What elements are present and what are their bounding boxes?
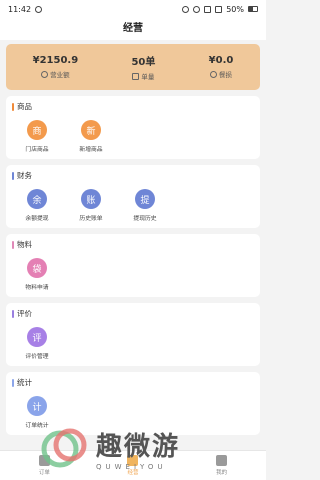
materials-title: 物料 xyxy=(17,240,32,249)
goods-items: 商 门店商品 新 新增商品 xyxy=(12,112,254,153)
stats-accent-bar xyxy=(12,378,14,387)
watermark-title: 趣微游 xyxy=(96,431,181,462)
finance-accent-bar xyxy=(12,171,14,180)
materials-card: 物料 袋 物料申请 xyxy=(6,234,260,297)
goods-accent-bar xyxy=(12,102,14,111)
signal-icon xyxy=(215,5,223,13)
loss-value: ¥0.0 xyxy=(208,55,234,66)
materials-title-row: 物料 xyxy=(12,239,254,250)
status-right: 50% xyxy=(182,5,258,14)
orders-value: 50单 xyxy=(131,57,156,68)
status-time: 11:42 xyxy=(8,4,32,14)
reviews-title: 评价 xyxy=(17,309,32,318)
watermark: 趣微游 QUWEIYOU xyxy=(40,420,250,476)
bill-history-item[interactable]: 账 历史账单 xyxy=(74,189,108,222)
status-bar: 11:42 50% xyxy=(0,0,266,18)
review-manage-label: 评价管理 xyxy=(25,354,49,360)
orders-label-row: 单量 xyxy=(132,71,154,81)
wifi-icon xyxy=(204,5,212,13)
reviews-items: 评 评价管理 xyxy=(12,319,254,360)
withdraw-label: 余额提现 xyxy=(25,216,49,222)
finance-title: 财务 xyxy=(17,171,32,180)
revenue-icon xyxy=(41,70,49,78)
bill-history-icon: 账 xyxy=(81,189,101,209)
reviews-title-row: 评价 xyxy=(12,308,254,319)
new-goods-label: 新增商品 xyxy=(79,147,103,153)
withdraw-icon: 余 xyxy=(27,189,47,209)
app-notification-icon xyxy=(35,5,43,13)
reviews-card: 评价 评 评价管理 xyxy=(6,303,260,366)
eye-icon xyxy=(193,5,201,13)
withdraw-history-icon: 提 xyxy=(135,189,155,209)
summary-orders[interactable]: 50单 单量 xyxy=(131,53,155,81)
battery-text: 50% xyxy=(226,4,244,14)
battery-icon xyxy=(248,6,258,12)
withdraw-item[interactable]: 余 余额提现 xyxy=(20,189,54,222)
summary-revenue[interactable]: ¥2150.9 营业额 xyxy=(33,55,79,79)
loss-icon xyxy=(210,70,218,78)
status-left: 11:42 xyxy=(8,4,43,14)
page-title: 经营 xyxy=(0,18,266,40)
alarm-icon xyxy=(182,5,190,13)
revenue-value: ¥2150.9 xyxy=(32,55,79,66)
finance-title-row: 财务 xyxy=(12,170,254,181)
withdraw-history-label: 提现历史 xyxy=(133,216,157,222)
stats-title-row: 统计 xyxy=(12,377,254,388)
stats-title: 统计 xyxy=(17,378,32,387)
material-apply-item[interactable]: 袋 物料申请 xyxy=(20,258,54,291)
review-manage-item[interactable]: 评 评价管理 xyxy=(20,327,54,360)
finance-card: 财务 余 余额提现 账 历史账单 提 提现历史 xyxy=(6,165,260,228)
watermark-logo-icon xyxy=(41,428,87,468)
store-goods-label: 门店商品 xyxy=(25,147,49,153)
store-goods-item[interactable]: 商 门店商品 xyxy=(20,120,54,153)
materials-items: 袋 物料申请 xyxy=(12,250,254,291)
material-apply-label: 物料申请 xyxy=(25,285,49,291)
summary-loss[interactable]: ¥0.0 餐损 xyxy=(209,55,234,79)
order-stats-icon: 计 xyxy=(27,396,47,416)
goods-card: 商品 商 门店商品 新 新增商品 xyxy=(6,96,260,159)
bill-history-label: 历史账单 xyxy=(79,216,103,222)
watermark-text: 趣微游 QUWEIYOU xyxy=(96,426,180,471)
orders-icon xyxy=(132,72,140,80)
store-goods-icon: 商 xyxy=(27,120,47,140)
new-goods-icon: 新 xyxy=(81,120,101,140)
new-goods-item[interactable]: 新 新增商品 xyxy=(74,120,108,153)
loss-label: 餐损 xyxy=(219,71,233,79)
withdraw-history-item[interactable]: 提 提现历史 xyxy=(128,189,162,222)
summary-panel: ¥2150.9 营业额 50单 单量 ¥0.0 餐损 xyxy=(6,44,260,90)
loss-label-row: 餐损 xyxy=(210,69,232,79)
goods-title-row: 商品 xyxy=(12,101,254,112)
material-apply-icon: 袋 xyxy=(27,258,47,278)
review-manage-icon: 评 xyxy=(27,327,47,347)
watermark-subtitle: QUWEIYOU xyxy=(96,462,167,471)
materials-accent-bar xyxy=(12,240,14,249)
revenue-label: 营业额 xyxy=(50,71,70,79)
orders-label: 单量 xyxy=(141,73,155,81)
goods-title: 商品 xyxy=(17,102,32,111)
finance-items: 余 余额提现 账 历史账单 提 提现历史 xyxy=(12,181,254,222)
revenue-label-row: 营业额 xyxy=(41,69,70,79)
reviews-accent-bar xyxy=(12,309,14,318)
